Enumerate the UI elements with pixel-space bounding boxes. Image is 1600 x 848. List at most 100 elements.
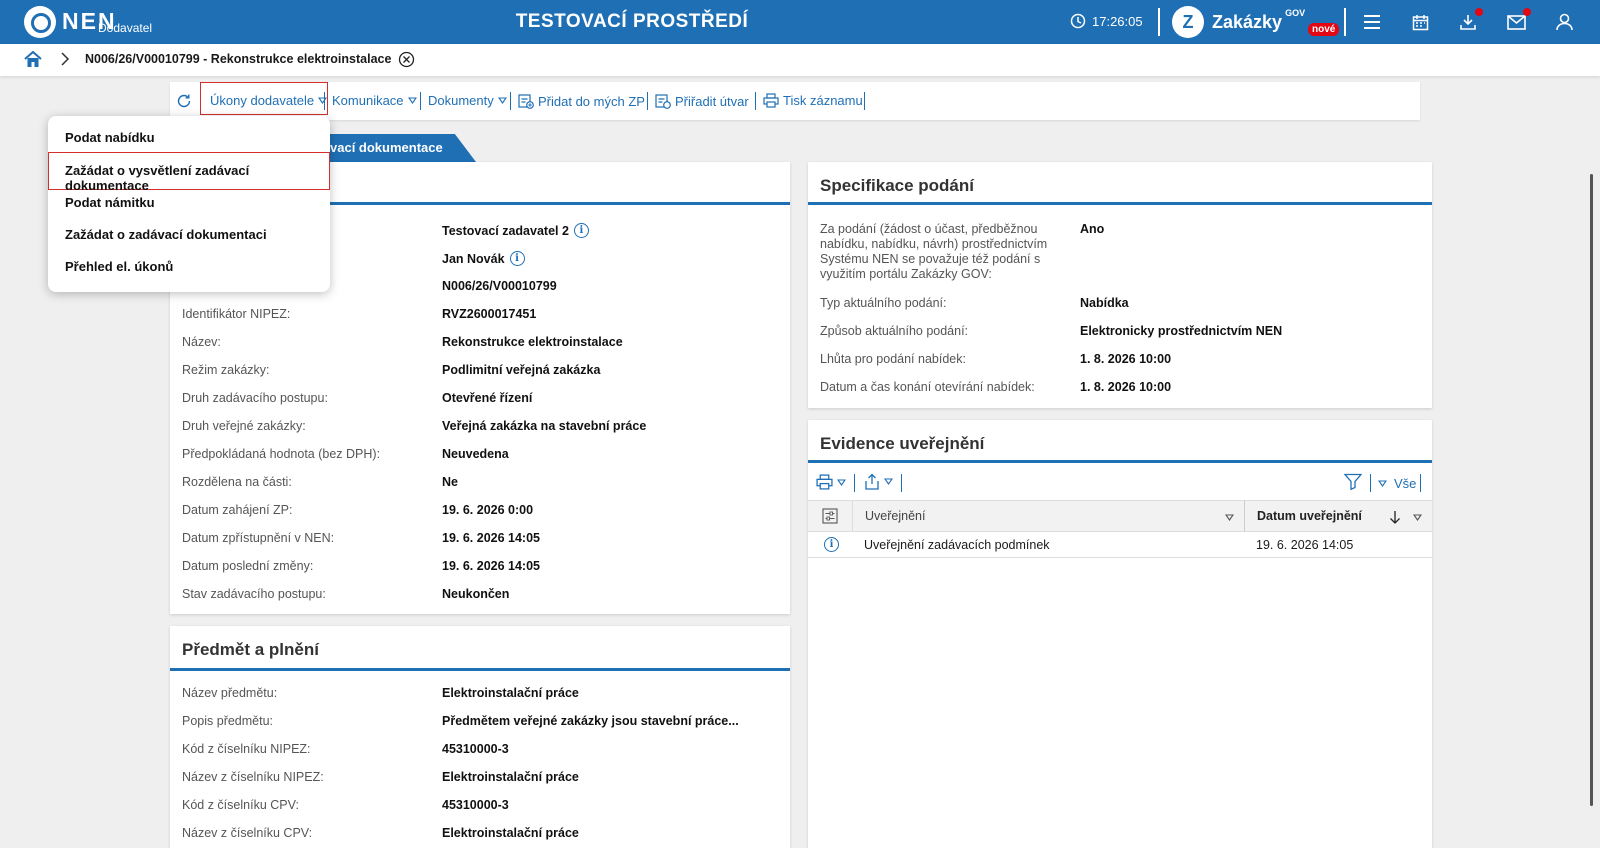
- priradit-utvar-button[interactable]: Přiřadit útvar: [655, 93, 749, 109]
- notification-dot: [1523, 8, 1531, 16]
- filter-all-select[interactable]: Vše: [1378, 476, 1416, 491]
- download-icon[interactable]: [1458, 8, 1483, 32]
- detail-label: Režim zakázky:: [182, 363, 270, 377]
- detail-value: N006/26/V00010799: [442, 279, 557, 293]
- menu-item-prehled-el-ukonu[interactable]: Přehled el. úkonů: [65, 259, 173, 274]
- ukony-dropdown-menu: Podat nabídku Zažádat o vysvětlení zadáv…: [48, 116, 330, 292]
- predmet-label: Název předmětu:: [182, 686, 278, 700]
- table-row[interactable]: i Uveřejnění zadávacích podmínek 19. 6. …: [808, 532, 1432, 558]
- predmet-value: Elektroinstalační práce: [442, 770, 579, 784]
- panel-underline: [808, 202, 1432, 205]
- toolbar-divider: [324, 92, 325, 110]
- specifikace-value: Nabídka: [1080, 296, 1129, 310]
- tisk-zaznamu-button[interactable]: Tisk záznamu: [763, 93, 863, 108]
- detail-value: Jan Novák i: [442, 251, 525, 266]
- detail-value: 19. 6. 2026 14:05: [442, 559, 540, 573]
- detail-label: Druh zadávacího postupu:: [182, 391, 328, 405]
- detail-label: Předpokládaná hodnota (bez DPH):: [182, 447, 381, 461]
- detail-label: Název:: [182, 335, 221, 349]
- triangle-down-icon: [837, 478, 846, 486]
- column-header-datum[interactable]: Datum uveřejnění: [1244, 500, 1432, 532]
- refresh-icon[interactable]: [176, 93, 192, 109]
- menu-item-zadat-o-vysvetleni[interactable]: Zažádat o vysvětlení zadávací dokumentac…: [65, 163, 330, 193]
- info-icon[interactable]: i: [824, 537, 839, 552]
- grid-export-button[interactable]: [864, 473, 893, 490]
- grid-toolbar-divider: [1370, 474, 1371, 492]
- predmet-label: Popis předmětu:: [182, 714, 274, 728]
- menu-item-zadat-o-zd[interactable]: Zažádat o zadávací dokumentaci: [65, 227, 267, 242]
- detail-value: Otevřené řízení: [442, 391, 533, 405]
- triangle-down-icon: [884, 478, 893, 485]
- ukony-label: Úkony dodavatele: [210, 93, 315, 108]
- specifikace-value: Elektronicky prostřednictvím NEN: [1080, 324, 1283, 338]
- home-icon[interactable]: [24, 50, 42, 71]
- filter-all-label: Vše: [1394, 476, 1417, 491]
- menu-item-podat-nabidku[interactable]: Podat nabídku: [65, 130, 155, 145]
- header-divider: [1158, 8, 1160, 36]
- specifikace-label: Typ aktuálního podání:: [820, 296, 947, 310]
- triangle-down-icon[interactable]: [1225, 514, 1234, 521]
- row-datum: 19. 6. 2026 14:05: [1256, 538, 1354, 552]
- close-icon[interactable]: [398, 51, 415, 71]
- user-icon[interactable]: [1554, 12, 1574, 32]
- predmet-value: Elektroinstalační práce: [442, 686, 579, 700]
- column-header-label: Datum uveřejnění: [1257, 509, 1362, 523]
- page-scrollbar[interactable]: [1590, 174, 1593, 806]
- zakazky-gov-link[interactable]: Z Zakázky GOV nové: [1172, 6, 1340, 38]
- triangle-down-icon: [407, 97, 417, 104]
- toolbar-divider: [864, 92, 865, 110]
- column-header-uverejneni[interactable]: Uveřejnění: [852, 500, 1244, 532]
- detail-value: Neuvedena: [442, 447, 509, 461]
- row-uverejneni: Uveřejnění zadávacích podmínek: [864, 538, 1050, 552]
- panel-title: Předmět a plnění: [182, 640, 319, 659]
- panel-underline: [170, 668, 790, 671]
- predmet-value: 45310000-3: [442, 742, 509, 756]
- grid-print-button[interactable]: [816, 474, 846, 490]
- chevron-right-icon: [60, 52, 70, 69]
- detail-value: 19. 6. 2026 14:05: [442, 531, 540, 545]
- filter-icon[interactable]: [1343, 473, 1363, 493]
- menu-icon[interactable]: [1362, 12, 1382, 32]
- detail-value: RVZ2600017451: [442, 307, 537, 321]
- sort-down-icon: [1390, 511, 1400, 524]
- predmet-label: Kód z číselníku NIPEZ:: [182, 742, 311, 756]
- calendar-icon[interactable]: [1410, 12, 1430, 32]
- triangle-down-icon: [318, 97, 328, 104]
- predmet-panel: Předmět a plnění Název předmětu: Elektro…: [170, 626, 790, 848]
- specifikace-value: Ano: [1080, 222, 1105, 236]
- ukony-dodavatele-menu[interactable]: Úkony dodavatele: [210, 93, 328, 108]
- dokumenty-label: Dokumenty: [428, 93, 494, 108]
- mail-icon[interactable]: [1506, 8, 1531, 32]
- triangle-down-icon[interactable]: [1413, 514, 1422, 521]
- folder-add-icon: [518, 94, 534, 109]
- detail-toolbar: Úkony dodavatele Komunikace Dokumenty Př…: [170, 82, 1420, 120]
- detail-label: Identifikátor NIPEZ:: [182, 307, 291, 321]
- panel-underline: [808, 460, 1432, 463]
- info-icon[interactable]: i: [509, 251, 525, 266]
- predmet-value: 45310000-3: [442, 798, 509, 812]
- toolbar-divider: [420, 92, 421, 110]
- specifikace-panel: Specifikace podání Za podání (žádost o ú…: [808, 162, 1432, 408]
- panel-title: Evidence uveřejnění: [820, 434, 985, 453]
- detail-label: Datum zpřístupnění v NEN:: [182, 531, 335, 545]
- dokumenty-menu[interactable]: Dokumenty: [428, 93, 507, 108]
- column-settings-icon: [822, 508, 838, 524]
- info-icon[interactable]: i: [573, 223, 589, 238]
- header-divider: [1344, 8, 1346, 36]
- priradit-label: Přiřadit útvar: [675, 93, 749, 109]
- detail-label: Datum poslední změny:: [182, 559, 314, 573]
- breadcrumb-current[interactable]: N006/26/V00010799 - Rekonstrukce elektro…: [85, 52, 391, 66]
- komunikace-menu[interactable]: Komunikace: [332, 93, 417, 108]
- column-settings-cell[interactable]: [808, 500, 852, 532]
- column-header-label: Uveřejnění: [865, 509, 926, 523]
- assign-unit-icon: [655, 94, 671, 109]
- predmet-value: Předmětem veřejné zakázky jsou stavební …: [442, 714, 739, 728]
- evidence-panel: Evidence uveřejnění Vše Uveřejnění Datum…: [808, 420, 1432, 848]
- toolbar-divider: [755, 92, 756, 110]
- menu-item-podat-namitku[interactable]: Podat námitku: [65, 195, 155, 210]
- specifikace-label: Datum a čas konání otevírání nabídek:: [820, 380, 1035, 394]
- pridat-do-mych-zp-button[interactable]: Přidat do mých ZP: [518, 93, 645, 109]
- tisk-label: Tisk záznamu: [783, 93, 863, 108]
- triangle-down-icon: [1378, 480, 1387, 487]
- predmet-label: Název z číselníku NIPEZ:: [182, 770, 324, 784]
